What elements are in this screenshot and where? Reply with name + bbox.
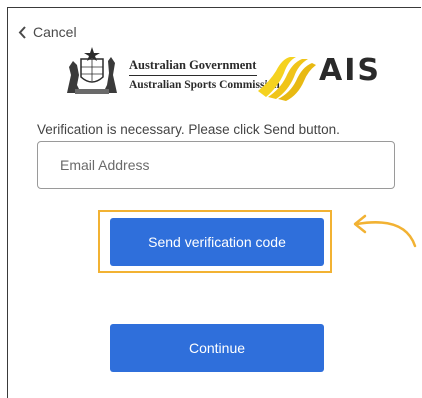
chevron-left-icon bbox=[18, 25, 26, 39]
continue-button[interactable]: Continue bbox=[110, 324, 324, 372]
email-address-input[interactable] bbox=[37, 141, 395, 189]
curved-arrow-icon bbox=[353, 214, 417, 248]
send-verification-code-button[interactable]: Send verification code bbox=[110, 218, 324, 266]
ais-wordmark: AIS bbox=[319, 53, 381, 88]
cancel-link[interactable]: Cancel bbox=[18, 24, 77, 40]
ais-logo-mark bbox=[258, 57, 316, 101]
branding-logos: Australian Government Australian Sports … bbox=[63, 45, 379, 101]
coat-of-arms-icon bbox=[67, 47, 117, 94]
gov-divider bbox=[129, 75, 257, 76]
cancel-label: Cancel bbox=[33, 24, 77, 40]
instruction-text: Verification is necessary. Please click … bbox=[37, 122, 340, 137]
